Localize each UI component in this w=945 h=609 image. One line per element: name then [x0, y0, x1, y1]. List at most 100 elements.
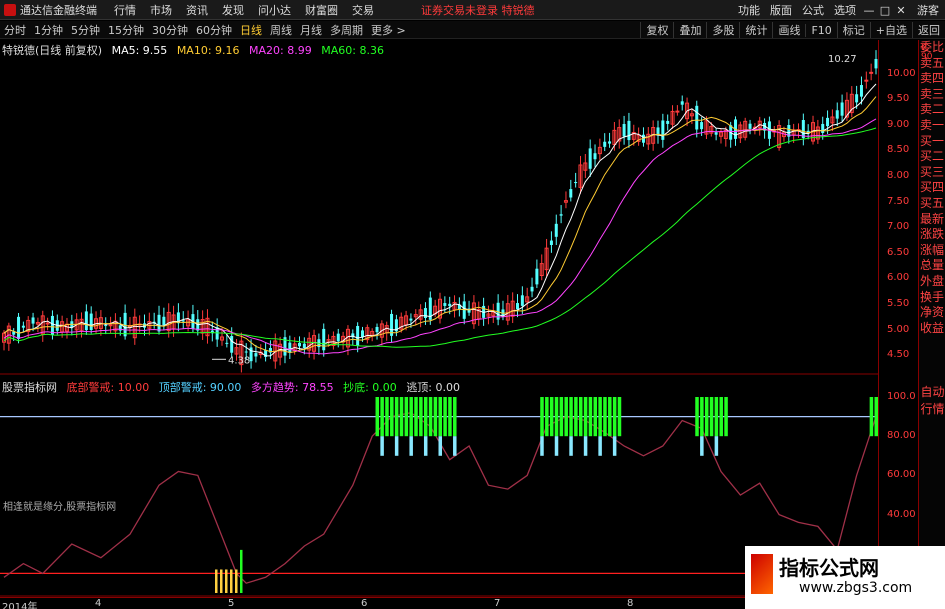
top-signal-bar [695, 397, 699, 437]
candle-down [356, 325, 360, 346]
candle-down [714, 132, 718, 135]
menu-wenxiaoda[interactable]: 问小达 [251, 2, 298, 18]
tool-duogu[interactable]: 多股 [706, 22, 739, 38]
top-signal-tail [394, 436, 399, 456]
auto-quote-1[interactable]: 行情 [919, 401, 945, 418]
tool-tongji[interactable]: 统计 [739, 22, 772, 38]
top-signal-tail [598, 436, 602, 456]
candle-down [554, 223, 558, 237]
guest-label[interactable]: 游客 [917, 2, 939, 18]
quote-field-11[interactable]: 最新 [919, 212, 945, 228]
tool-f10[interactable]: F10 [805, 23, 836, 37]
quote-field-2[interactable]: 卖四 [919, 71, 945, 87]
watermark-title: 指标公式网 [779, 556, 879, 580]
candle-down [104, 325, 108, 327]
menu-gongshi[interactable]: 公式 [797, 2, 829, 18]
candle-down [423, 308, 427, 319]
top-signal-bar [375, 397, 380, 437]
period-1min[interactable]: 1分钟 [30, 22, 67, 38]
menu-xuanxiang[interactable]: 选项 [829, 2, 861, 18]
top-signal-bar [409, 397, 413, 437]
menu-banmian[interactable]: 版面 [765, 2, 797, 18]
quote-field-7[interactable]: 买二 [919, 149, 945, 165]
candle-down [569, 189, 573, 198]
tool-diejia[interactable]: 叠加 [673, 22, 706, 38]
period-multi[interactable]: 多周期 [326, 22, 367, 38]
candle-up [869, 71, 874, 74]
top-signal-bar [390, 397, 394, 437]
menu-zixun[interactable]: 资讯 [179, 2, 215, 18]
auto-quote-0[interactable]: 自动 [919, 384, 945, 401]
tool-fuquan[interactable]: 复权 [640, 22, 673, 38]
candle-down [593, 153, 597, 160]
candle-down [162, 316, 166, 326]
menu-gongneng[interactable]: 功能 [733, 2, 765, 18]
quote-field-12[interactable]: 涨跌 [919, 227, 945, 243]
candle-down [859, 85, 863, 97]
candlestick-chart[interactable]: 10.27 4.38 [0, 40, 878, 376]
maximize-icon[interactable]: □ [877, 4, 893, 17]
period-daily[interactable]: 日线 [236, 22, 266, 38]
quote-field-3[interactable]: 卖三 [919, 87, 945, 103]
quote-field-10[interactable]: 买五 [919, 196, 945, 212]
quote-side-panel: 委比 卖五 卖四 卖三 卖二 卖一 买一 买二 买三 买四 买五 最新 涨跌 涨幅 总量 外盘 换手 净资 收益 自… [918, 40, 945, 609]
menu-caifuquan[interactable]: 财富圈 [298, 2, 345, 18]
date-tick-label: 8 [627, 598, 634, 609]
quote-field-9[interactable]: 买四 [919, 180, 945, 196]
menu-jiaoyi[interactable]: 交易 [345, 2, 381, 18]
quote-field-15[interactable]: 外盘 [919, 274, 945, 290]
ma5-value: MA5: 9.55 [111, 44, 168, 57]
period-5min[interactable]: 5分钟 [67, 22, 104, 38]
candle-down [21, 325, 25, 328]
buy-signal-bar [235, 569, 238, 593]
tool-zixuan[interactable]: +自选 [869, 22, 912, 38]
price-tick-label: 6.00 [887, 272, 910, 284]
quote-field-18[interactable]: 收益 [919, 321, 945, 337]
ma20-value: MA20: 8.99 [249, 44, 312, 57]
period-30min[interactable]: 30分钟 [148, 22, 192, 38]
minimize-icon[interactable]: — [861, 4, 877, 17]
close-icon[interactable]: ✕ [893, 4, 909, 17]
quote-field-17[interactable]: 净资 [919, 305, 945, 321]
candle-down [84, 311, 88, 331]
period-monthly[interactable]: 月线 [296, 22, 326, 38]
period-60min[interactable]: 60分钟 [192, 22, 236, 38]
price-tick-label: 7.00 [887, 221, 910, 233]
ma60-value: MA60: 8.36 [321, 44, 384, 57]
candle-down [535, 268, 539, 285]
candle-down [661, 120, 665, 140]
tool-fanhui[interactable]: 返回 [912, 22, 945, 38]
quote-field-6[interactable]: 买一 [919, 134, 945, 150]
top-signal-tail [438, 436, 442, 456]
candle-up [675, 110, 680, 113]
top-signal-bar [709, 397, 714, 437]
quote-field-14[interactable]: 总量 [919, 258, 945, 274]
quote-field-4[interactable]: 卖二 [919, 102, 945, 118]
period-15min[interactable]: 15分钟 [104, 22, 148, 38]
quote-field-13[interactable]: 涨幅 [919, 243, 945, 259]
menu-hangqing[interactable]: 行情 [107, 2, 143, 18]
menu-shichang[interactable]: 市场 [143, 2, 179, 18]
top-signal-tail [453, 436, 457, 456]
top-signal-bar [603, 397, 607, 437]
trend-value: 多方趋势: 78.55 [250, 381, 334, 394]
menu-faxian[interactable]: 发现 [215, 2, 251, 18]
login-notice[interactable]: 证券交易未登录 特锐德 [421, 2, 535, 18]
price-tick-label: 6.50 [887, 246, 910, 258]
top-signal-bar [598, 397, 602, 437]
menu-right-group: 功能 版面 公式 选项 — □ ✕ 游客 [733, 0, 945, 20]
quote-field-16[interactable]: 换手 [919, 290, 945, 306]
candle-down [516, 303, 520, 310]
date-tick-label: 4 [95, 598, 102, 609]
tool-biaoji[interactable]: 标记 [836, 22, 870, 38]
period-more[interactable]: 更多 > [367, 22, 410, 38]
menu-bar: 通达信金融终端 行情 市场 资讯 发现 问小达 财富圈 交易 证券交易未登录 特… [0, 0, 945, 20]
indicator-name: 股票指标网 [2, 381, 57, 394]
period-weekly[interactable]: 周线 [266, 22, 296, 38]
app-logo-icon [4, 3, 16, 16]
period-fenshi[interactable]: 分时 [0, 22, 30, 38]
quote-field-8[interactable]: 买三 [919, 165, 945, 181]
candle-down [375, 326, 379, 333]
tool-huaxian[interactable]: 画线 [772, 22, 805, 38]
quote-field-5[interactable]: 卖一 [919, 118, 945, 134]
